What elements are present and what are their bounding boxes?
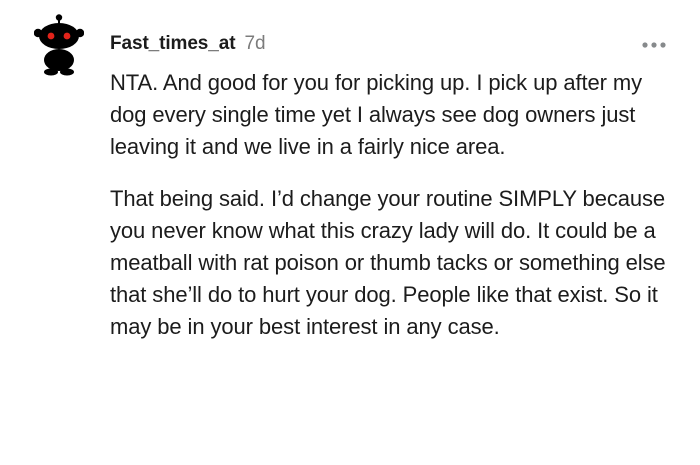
- comment-body: NTA. And good for you for picking up. I …: [110, 67, 670, 343]
- snoo-avatar-icon[interactable]: [34, 14, 84, 76]
- comment-paragraph: That being said. I’d change your routine…: [110, 186, 666, 339]
- comment: Fast_times_at 7d NTA. And good for you f…: [0, 0, 700, 465]
- timestamp: 7d: [244, 33, 266, 54]
- comment-header: Fast_times_at 7d: [110, 33, 266, 59]
- more-options-icon[interactable]: [641, 40, 667, 50]
- comment-paragraph: NTA. And good for you for picking up. I …: [110, 70, 643, 159]
- username[interactable]: Fast_times_at: [110, 33, 236, 55]
